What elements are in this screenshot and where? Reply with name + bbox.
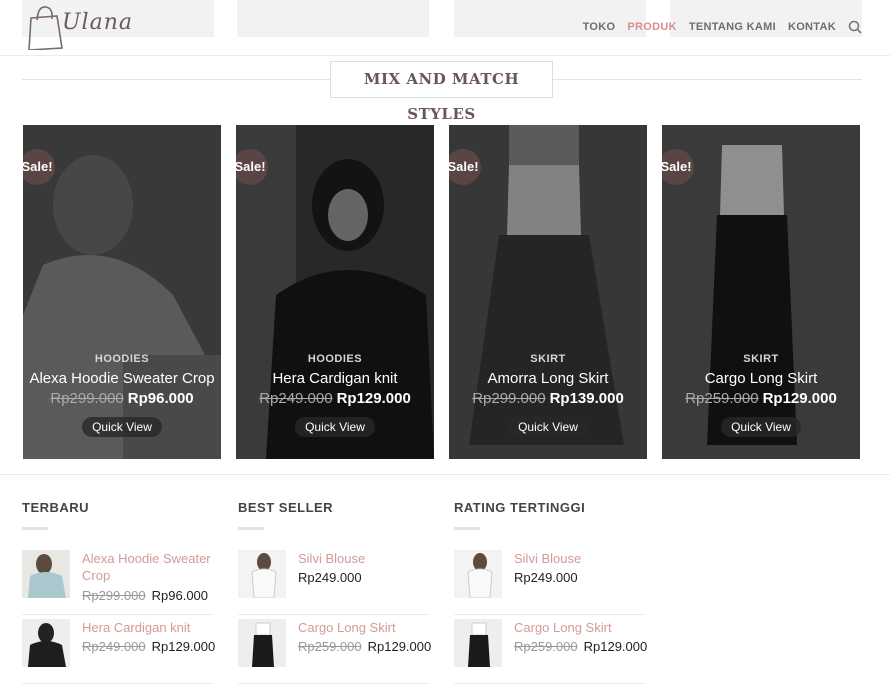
list-item[interactable]: Silvi Blouse Rp249.000: [238, 550, 430, 615]
logo-text: Ulana: [62, 10, 133, 35]
search-icon[interactable]: [848, 20, 862, 34]
product-name[interactable]: Cargo Long Skirt: [298, 619, 430, 636]
product-card[interactable]: Sale! SKIRT Cargo Long Skirt Rp259.000 Rp…: [662, 125, 860, 459]
original-price: Rp299.000: [82, 588, 146, 603]
product-name[interactable]: Hera Cardigan knit: [82, 619, 214, 636]
product-category[interactable]: SKIRT: [662, 353, 860, 365]
section-divider: [0, 474, 890, 475]
list-item[interactable]: Hera Cardigan knit Rp249.000 Rp129.000: [22, 619, 215, 684]
product-price: Rp249.000: [298, 570, 362, 585]
product-thumbnail[interactable]: [22, 619, 70, 667]
product-info: SKIRT Cargo Long Skirt Rp259.000 Rp129.00…: [662, 353, 860, 437]
site-header: Ulana TOKO PRODUK TENTANG KAMI KONTAK: [0, 0, 890, 56]
widget-title: BEST SELLER: [238, 500, 334, 515]
product-thumbnail[interactable]: [22, 550, 70, 598]
product-price: Rp299.000 Rp96.000: [23, 390, 221, 407]
sale-price: Rp129.000: [367, 639, 432, 654]
section-header: MIX AND MATCH STYLES: [22, 60, 862, 123]
original-price: Rp259.000: [514, 639, 578, 654]
product-thumbnail[interactable]: [238, 619, 286, 667]
widget-rating-tertinggi: RATING TERTINGGI Silvi Blouse Rp249.000 …: [454, 500, 647, 688]
list-item[interactable]: Cargo Long Skirt Rp259.000 Rp129.000: [238, 619, 431, 684]
product-thumbnail[interactable]: [454, 550, 502, 598]
sale-price: Rp249.000: [514, 570, 578, 585]
sale-price: Rp249.000: [298, 570, 362, 585]
product-thumbnail[interactable]: [238, 550, 286, 598]
product-card[interactable]: Sale! HOODIES Alexa Hoodie Sweater Crop …: [23, 125, 221, 459]
product-price: Rp299.000 Rp139.000: [449, 390, 647, 407]
original-price: Rp249.000: [82, 639, 146, 654]
main-nav: TOKO PRODUK TENTANG KAMI KONTAK: [583, 20, 862, 34]
sale-price: Rp96.000: [127, 390, 194, 407]
product-info: HOODIES Hera Cardigan knit Rp249.000 Rp12…: [236, 353, 434, 437]
product-category[interactable]: HOODIES: [236, 353, 434, 365]
original-price: Rp259.000: [298, 639, 362, 654]
nav-kontak[interactable]: KONTAK: [788, 21, 836, 33]
quick-view-button[interactable]: Quick View: [295, 417, 375, 437]
sale-price: Rp129.000: [762, 390, 837, 407]
product-price: Rp249.000 Rp129.000: [236, 390, 434, 407]
product-price: Rp299.000 Rp96.000: [82, 588, 208, 603]
original-price: Rp259.000: [685, 390, 759, 407]
sale-price: Rp129.000: [336, 390, 411, 407]
sale-price: Rp139.000: [549, 390, 624, 407]
widget-best-seller: BEST SELLER Silvi Blouse Rp249.000 Cargo…: [238, 500, 431, 688]
original-price: Rp299.000: [50, 390, 124, 407]
product-card[interactable]: Sale! HOODIES Hera Cardigan knit Rp249.0…: [236, 125, 434, 459]
product-name[interactable]: Silvi Blouse: [298, 550, 430, 567]
widget-title: RATING TERTINGGI: [454, 500, 586, 515]
product-price: Rp259.000 Rp129.000: [662, 390, 860, 407]
list-item[interactable]: Cargo Long Skirt Rp259.000 Rp129.000: [454, 619, 647, 684]
quick-view-button[interactable]: Quick View: [508, 417, 588, 437]
product-name[interactable]: Alexa Hoodie Sweater Crop: [23, 369, 221, 388]
quick-view-button[interactable]: Quick View: [721, 417, 801, 437]
title-underline: [22, 527, 48, 530]
product-name[interactable]: Amorra Long Skirt: [449, 369, 647, 388]
original-price: Rp249.000: [259, 390, 333, 407]
product-price: Rp259.000 Rp129.000: [298, 639, 431, 654]
nav-tentang-kami[interactable]: TENTANG KAMI: [689, 21, 776, 33]
widget-terbaru: TERBARU Alexa Hoodie Sweater Crop Rp299.…: [22, 500, 215, 688]
title-underline: [454, 527, 480, 530]
sale-price: Rp96.000: [151, 588, 209, 603]
quick-view-button[interactable]: Quick View: [82, 417, 162, 437]
product-name[interactable]: Cargo Long Skirt: [662, 369, 860, 388]
sale-price: Rp129.000: [151, 639, 216, 654]
original-price: Rp299.000: [472, 390, 546, 407]
product-price: Rp249.000: [514, 570, 578, 585]
product-name[interactable]: Alexa Hoodie Sweater Crop: [82, 550, 214, 584]
product-category[interactable]: SKIRT: [449, 353, 647, 365]
sale-price: Rp129.000: [583, 639, 648, 654]
nav-toko[interactable]: TOKO: [583, 21, 616, 33]
header-banner-image: [237, 0, 429, 37]
product-info: SKIRT Amorra Long Skirt Rp299.000 Rp139.0…: [449, 353, 647, 437]
widget-title: TERBARU: [22, 500, 90, 515]
nav-produk[interactable]: PRODUK: [627, 21, 676, 33]
product-name[interactable]: Hera Cardigan knit: [236, 369, 434, 388]
product-price: Rp259.000 Rp129.000: [514, 639, 647, 654]
title-underline: [238, 527, 264, 530]
section-title: MIX AND MATCH STYLES: [330, 61, 553, 123]
product-name[interactable]: Silvi Blouse: [514, 550, 646, 567]
product-card[interactable]: Sale! SKIRT Amorra Long Skirt Rp299.000 R…: [449, 125, 647, 459]
product-category[interactable]: HOODIES: [23, 353, 221, 365]
list-item[interactable]: Silvi Blouse Rp249.000: [454, 550, 646, 615]
product-info: HOODIES Alexa Hoodie Sweater Crop Rp299.…: [23, 353, 221, 437]
product-price: Rp249.000 Rp129.000: [82, 639, 215, 654]
product-thumbnail[interactable]: [454, 619, 502, 667]
list-item[interactable]: Alexa Hoodie Sweater Crop Rp299.000 Rp96.…: [22, 550, 214, 615]
product-name[interactable]: Cargo Long Skirt: [514, 619, 646, 636]
shopping-bag-icon: [28, 6, 63, 51]
